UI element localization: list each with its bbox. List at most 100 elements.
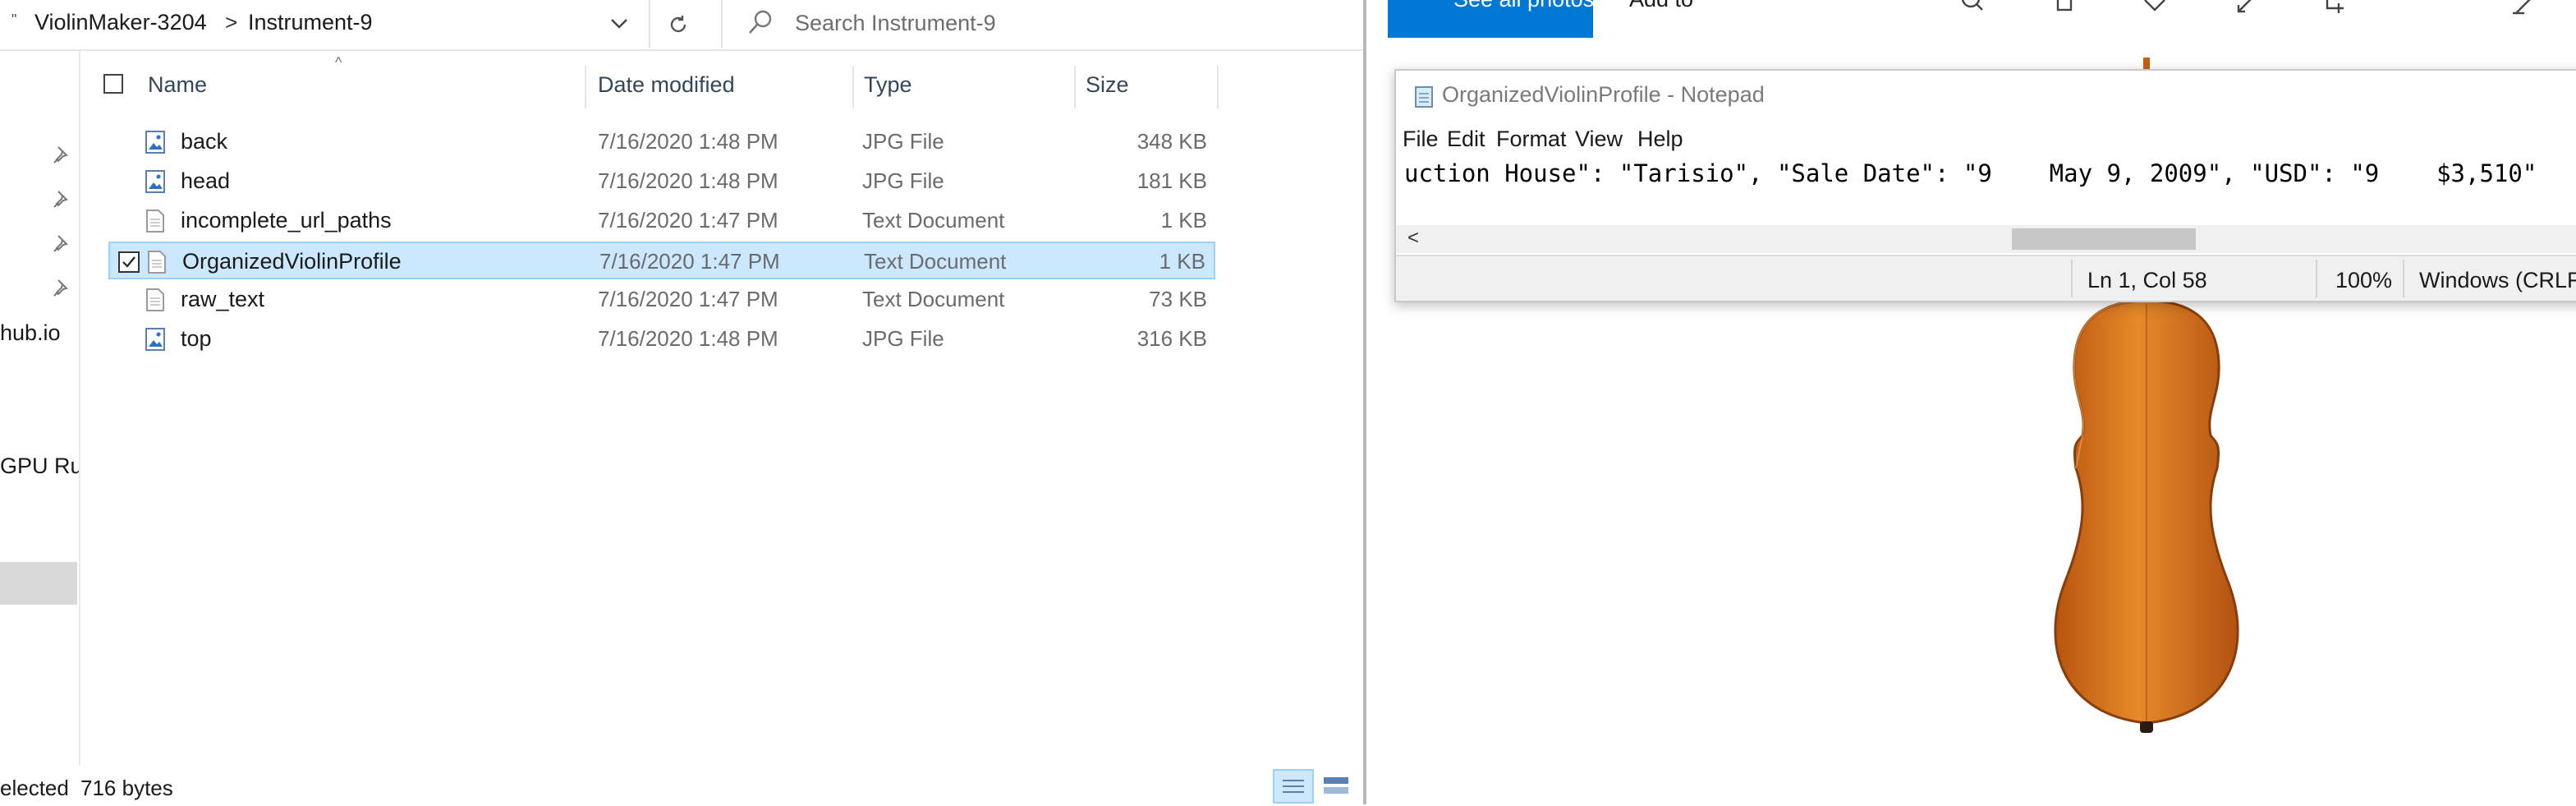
menu-edit[interactable]: Edit — [1447, 127, 1485, 152]
file-row-organizedviolinprofile[interactable]: OrganizedViolinProfile 7/16/2020 1:47 PM… — [108, 242, 1215, 279]
nav-item-hub[interactable]: hub.io — [0, 320, 61, 346]
address-bar[interactable]: " ViolinMaker-3204 > Instrument-9 Search… — [0, 0, 1363, 51]
text-file-icon — [146, 210, 164, 233]
file-date: 7/16/2020 1:47 PM — [598, 287, 778, 311]
file-name: back — [181, 129, 228, 154]
large-icons-view-icon — [1324, 777, 1348, 794]
address-divider — [649, 0, 650, 48]
file-type: Text Document — [862, 208, 1005, 233]
search-input[interactable]: Search Instrument-9 — [795, 11, 996, 36]
status-divider — [2316, 260, 2317, 297]
column-header-name[interactable]: Name — [148, 72, 207, 98]
file-type: Text Document — [864, 249, 1007, 274]
file-type: Text Document — [862, 287, 1005, 311]
column-header-type[interactable]: Type — [864, 72, 912, 98]
column-divider[interactable] — [585, 66, 586, 108]
edit-draw-icon[interactable] — [2508, 0, 2541, 16]
file-row-back[interactable]: back 7/16/2020 1:48 PM JPG File 348 KB — [108, 123, 1215, 161]
search-box[interactable]: Search Instrument-9 — [721, 0, 1363, 48]
crop-icon[interactable] — [2319, 0, 2352, 16]
line-ending: Windows (CRLF) — [2419, 268, 2576, 292]
file-row-head[interactable]: head 7/16/2020 1:48 PM JPG File 181 KB — [108, 163, 1215, 200]
status-bar: elected 716 bytes — [0, 764, 1363, 804]
file-type: JPG File — [862, 129, 944, 154]
selection-size: 716 bytes — [80, 776, 173, 800]
pin-icon[interactable] — [51, 189, 72, 210]
see-all-photos-label: See all photos — [1453, 0, 1593, 12]
column-divider[interactable] — [852, 66, 854, 108]
file-date: 7/16/2020 1:48 PM — [598, 168, 778, 193]
file-name: raw_text — [181, 287, 265, 311]
breadcrumb-overflow[interactable]: " — [11, 12, 16, 29]
pin-icon[interactable] — [51, 233, 72, 255]
text-file-icon — [146, 288, 164, 311]
menu-file[interactable]: File — [1403, 127, 1439, 152]
jpg-file-icon — [145, 131, 165, 154]
file-name: OrganizedViolinProfile — [182, 249, 402, 274]
file-name: head — [181, 168, 231, 193]
column-header-date[interactable]: Date modified — [598, 72, 735, 98]
file-row-incomplete-url-paths[interactable]: incomplete_url_paths 7/16/2020 1:47 PM T… — [108, 202, 1215, 240]
pin-icon[interactable] — [51, 278, 72, 299]
file-explorer-window: " ViolinMaker-3204 > Instrument-9 Search… — [0, 0, 1363, 804]
column-divider[interactable] — [1217, 66, 1219, 108]
jpg-file-icon — [145, 170, 165, 193]
text-file-icon — [148, 251, 166, 274]
zoom-icon[interactable] — [1958, 0, 1991, 16]
menu-view[interactable]: View — [1575, 127, 1623, 152]
selection-count: elected — [0, 776, 69, 800]
zoom-level: 100% — [2335, 268, 2393, 292]
rotate-icon[interactable] — [2229, 0, 2261, 16]
file-type: JPG File — [862, 168, 944, 193]
delete-icon[interactable] — [2048, 0, 2081, 16]
column-divider[interactable] — [1074, 66, 1076, 108]
horizontal-scrollbar[interactable]: < — [1396, 225, 2576, 253]
checkmark-icon — [122, 256, 135, 268]
menu-help[interactable]: Help — [1637, 127, 1683, 152]
details-view-icon — [1283, 780, 1304, 793]
status-divider — [2403, 260, 2404, 297]
file-date: 7/16/2020 1:48 PM — [598, 326, 778, 351]
file-row-top[interactable]: top 7/16/2020 1:48 PM JPG File 316 KB — [108, 320, 1215, 358]
file-date: 7/16/2020 1:47 PM — [599, 249, 780, 274]
large-icons-view-button[interactable] — [1317, 769, 1358, 804]
address-dropdown-button[interactable] — [604, 10, 634, 38]
file-date: 7/16/2020 1:48 PM — [598, 129, 778, 154]
notepad-text-area[interactable]: uction House": "Tarisio", "Sale Date": "… — [1404, 159, 2537, 187]
file-size: 181 KB — [1136, 168, 1207, 193]
favorite-icon[interactable] — [2138, 0, 2171, 16]
file-size: 1 KB — [1159, 249, 1205, 274]
select-all-checkbox[interactable] — [103, 74, 123, 94]
status-divider — [2071, 260, 2073, 297]
file-size: 73 KB — [1149, 287, 1207, 311]
breadcrumb-item-violinmaker[interactable]: ViolinMaker-3204 — [34, 10, 207, 35]
search-icon — [746, 8, 775, 38]
navigation-pane: hub.io GPU Ru — [0, 51, 80, 766]
breadcrumb-item-instrument[interactable]: Instrument-9 — [248, 10, 373, 35]
file-type: JPG File — [862, 326, 944, 351]
see-all-photos-button[interactable]: See all photos — [1388, 0, 1593, 38]
column-header-size[interactable]: Size — [1086, 72, 1129, 98]
add-to-button[interactable]: Add to — [1629, 0, 1693, 12]
notepad-icon — [1415, 86, 1433, 108]
scrollbar-thumb[interactable] — [2012, 228, 2196, 250]
details-view-button[interactable] — [1273, 769, 1314, 804]
file-size: 316 KB — [1136, 326, 1207, 351]
file-name: top — [181, 326, 212, 351]
file-size: 348 KB — [1136, 129, 1207, 154]
chevron-down-icon — [611, 19, 627, 29]
file-date: 7/16/2020 1:47 PM — [598, 208, 778, 233]
notepad-title: OrganizedViolinProfile - Notepad — [1442, 82, 1765, 107]
breadcrumb-separator[interactable]: > — [225, 10, 237, 35]
row-checkbox[interactable] — [118, 251, 140, 273]
scroll-left-arrow[interactable]: < — [1407, 227, 1419, 250]
file-row-raw-text[interactable]: raw_text 7/16/2020 1:47 PM Text Document… — [108, 281, 1215, 319]
jpg-file-icon — [145, 328, 165, 351]
nav-item-gpu[interactable]: GPU Ru — [0, 454, 79, 479]
nav-item-selected[interactable] — [0, 562, 77, 605]
menu-format[interactable]: Format — [1496, 127, 1567, 152]
column-headers: ^ Name Date modified Type Size — [79, 51, 1363, 108]
refresh-button[interactable] — [662, 8, 695, 41]
pin-icon[interactable] — [51, 145, 72, 166]
sort-ascending-icon: ^ — [335, 54, 342, 71]
